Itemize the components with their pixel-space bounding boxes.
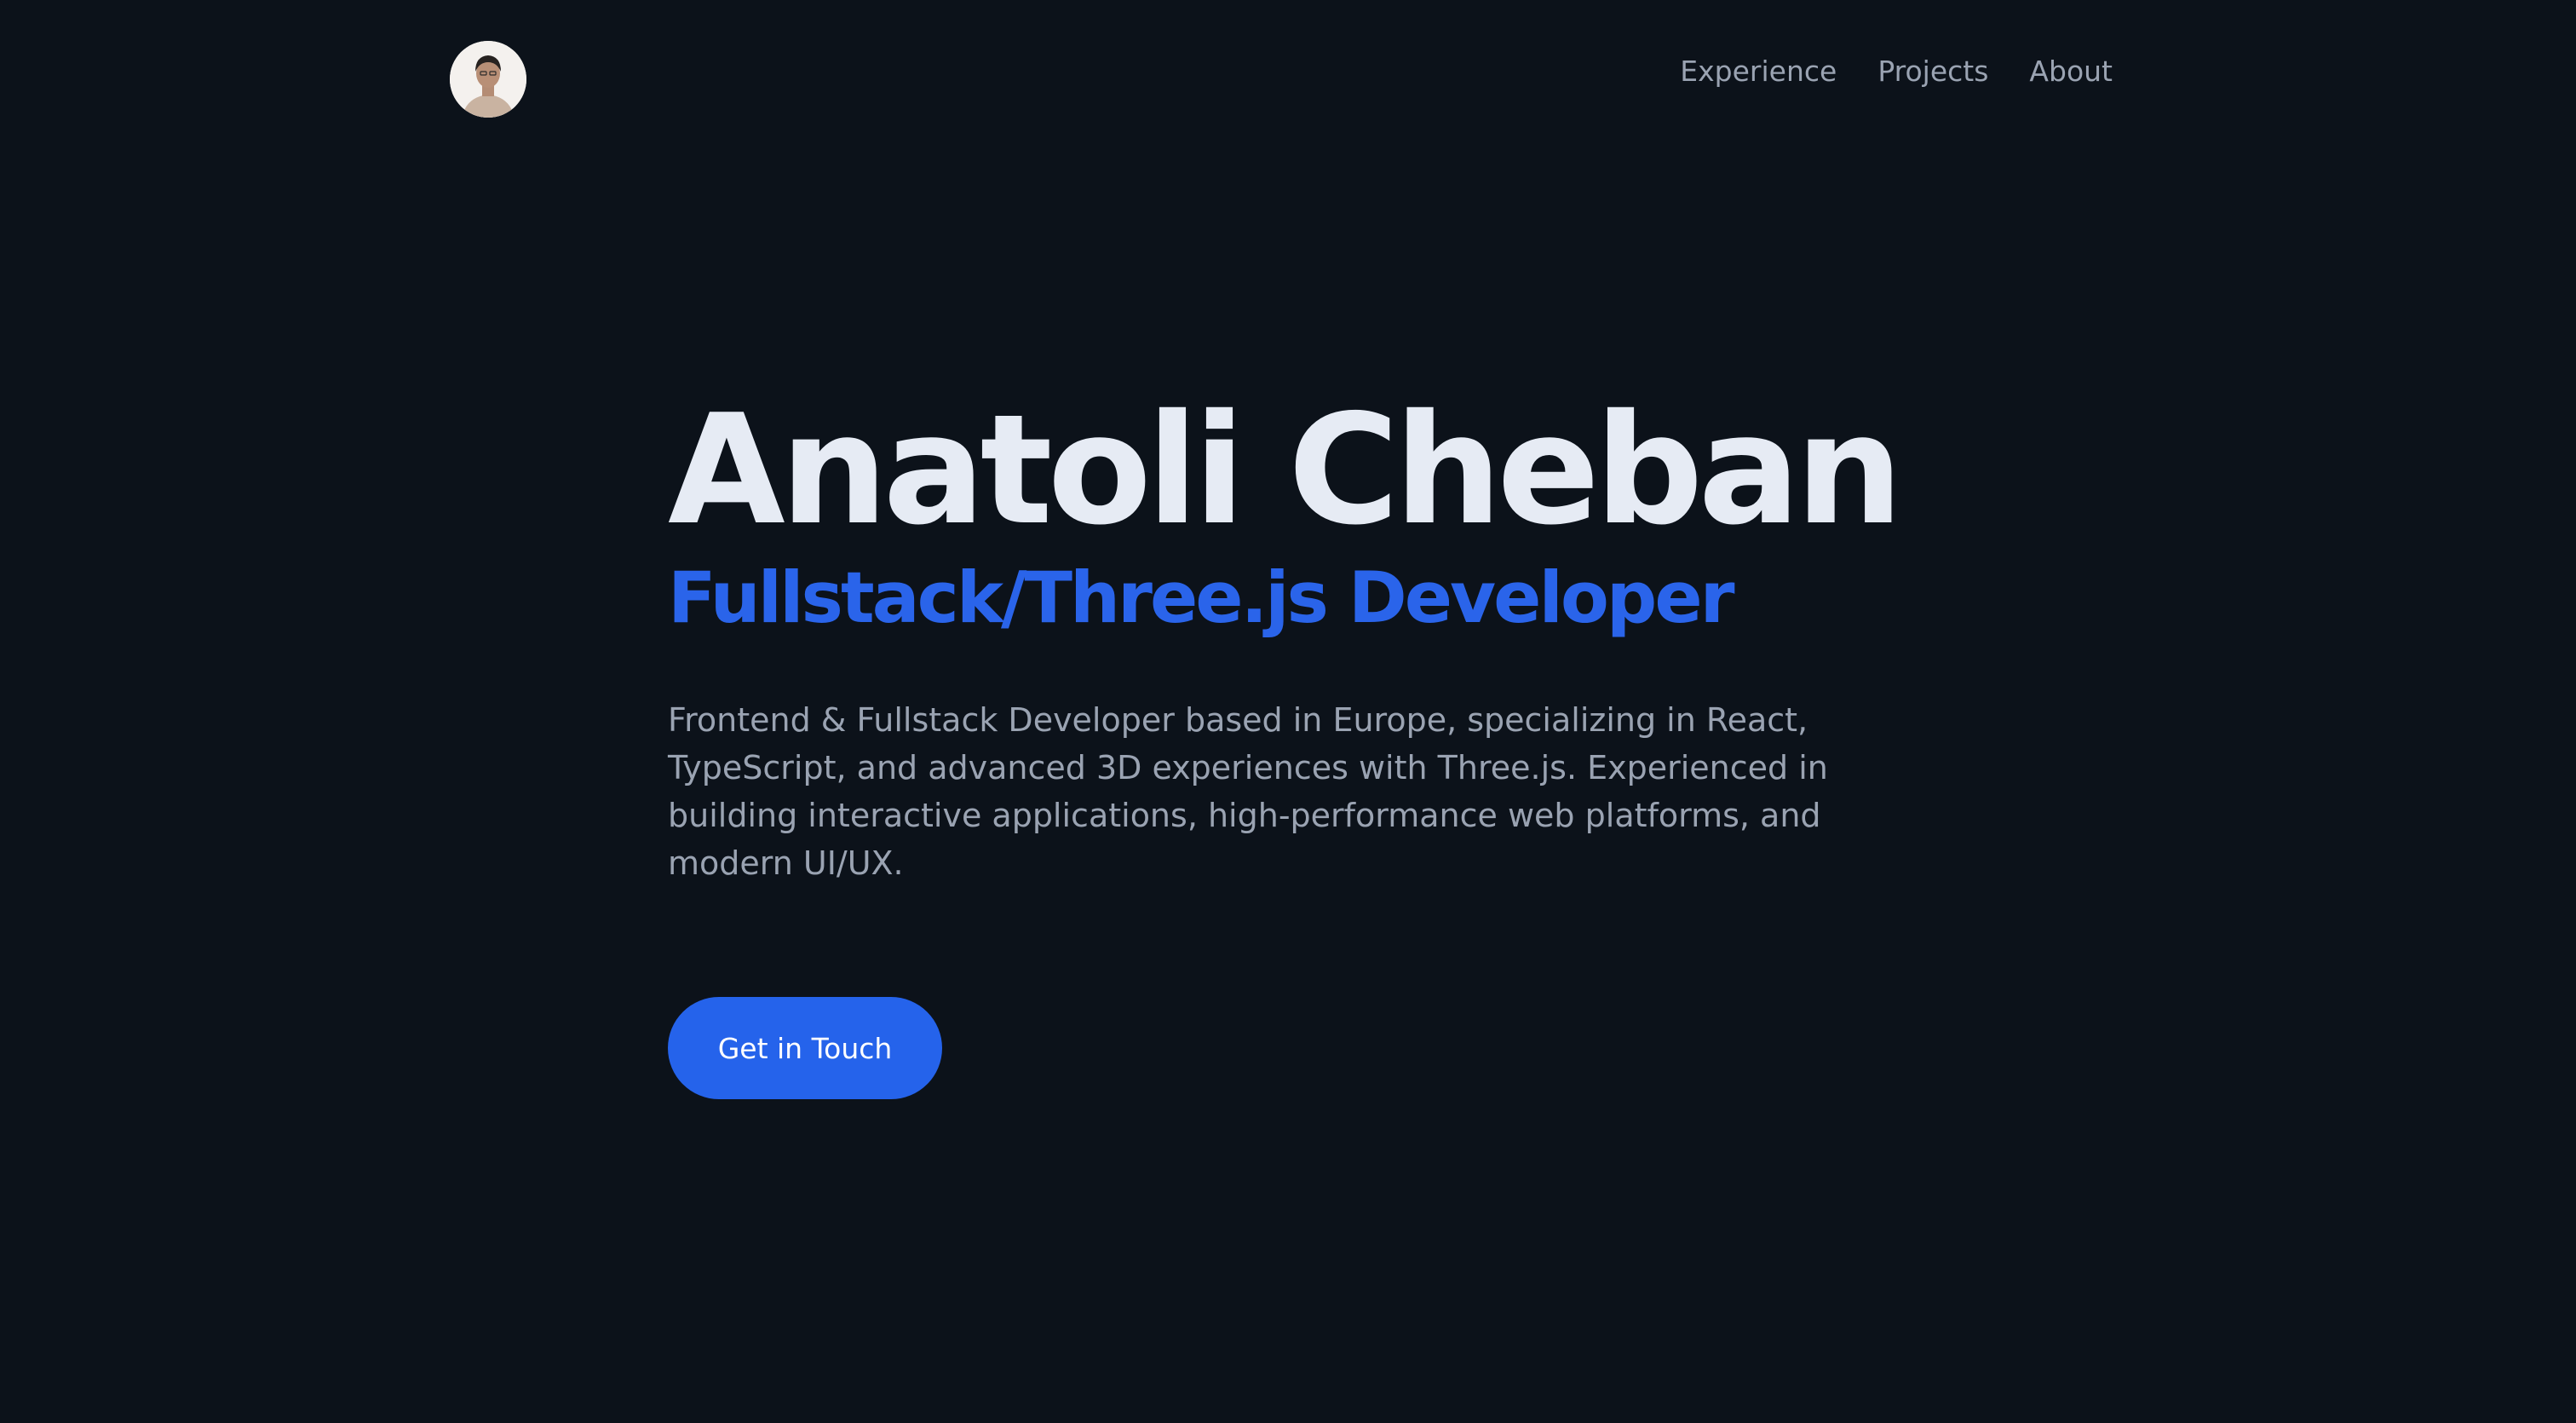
hero-name: Anatoli Cheban bbox=[668, 382, 1903, 558]
get-in-touch-button[interactable]: Get in Touch bbox=[668, 997, 942, 1099]
hero-section: Anatoli Cheban Fullstack/Three.js Develo… bbox=[668, 385, 1946, 641]
main-nav: Experience Projects About bbox=[1680, 51, 2113, 92]
profile-photo bbox=[450, 41, 526, 118]
avatar[interactable] bbox=[450, 41, 526, 118]
site-header: Experience Projects About bbox=[0, 0, 2576, 153]
nav-link-about[interactable]: About bbox=[2029, 51, 2113, 92]
nav-link-experience[interactable]: Experience bbox=[1680, 51, 1837, 92]
hero-description: Frontend & Fullstack Developer based in … bbox=[668, 701, 1828, 882]
hero-role: Fullstack/Three.js Developer bbox=[668, 556, 1735, 639]
nav-link-projects[interactable]: Projects bbox=[1877, 51, 1988, 92]
